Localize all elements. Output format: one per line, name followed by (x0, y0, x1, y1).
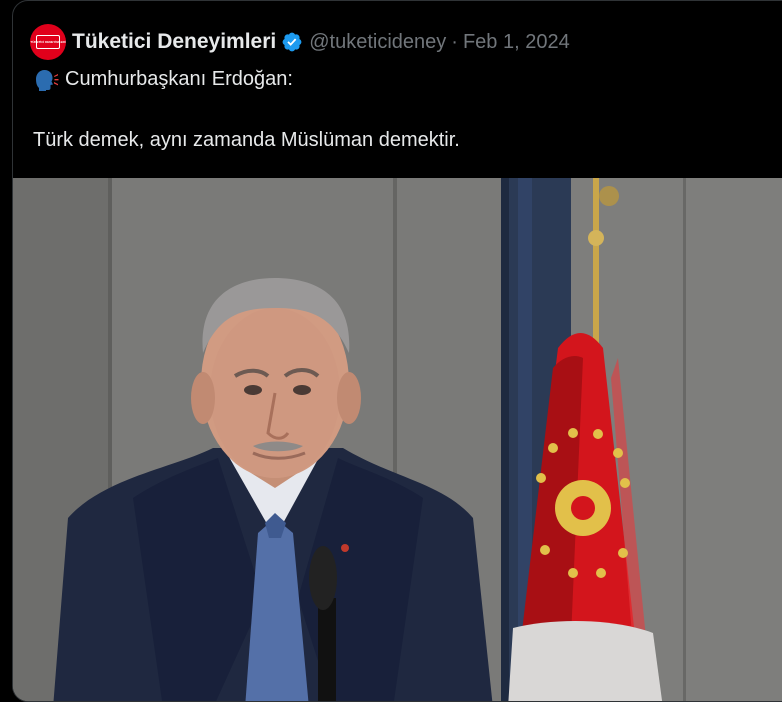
tweet-text-line-1: Cumhurbaşkanı Erdoğan: (33, 67, 293, 91)
tweet-text-line-2: Türk demek, aynı zamanda Müslüman demekt… (33, 129, 460, 151)
avatar-logo: TÜKETİCİ DENEYİMLERİ (30, 35, 66, 49)
tweet-card[interactable]: TÜKETİCİ DENEYİMLERİ Tüketici Deneyimler… (12, 0, 782, 702)
avatar-logo-text: TÜKETİCİ DENEYİMLERİ (30, 39, 66, 44)
photo-illustration (13, 178, 782, 701)
verified-badge-icon (282, 32, 302, 52)
avatar[interactable]: TÜKETİCİ DENEYİMLERİ (30, 24, 66, 60)
display-name[interactable]: Tüketici Deneyimleri (72, 30, 276, 54)
speaking-head-icon (36, 70, 59, 91)
tweet-text-line-1-text: Cumhurbaşkanı Erdoğan: (65, 67, 293, 90)
handle[interactable]: @tuketicideney (309, 31, 446, 54)
tweet-photo[interactable] (13, 178, 782, 701)
tweet-header: TÜKETİCİ DENEYİMLERİ Tüketici Deneyimler… (30, 23, 570, 61)
tweet-date[interactable]: Feb 1, 2024 (463, 31, 570, 54)
separator-dot: · (451, 30, 458, 53)
